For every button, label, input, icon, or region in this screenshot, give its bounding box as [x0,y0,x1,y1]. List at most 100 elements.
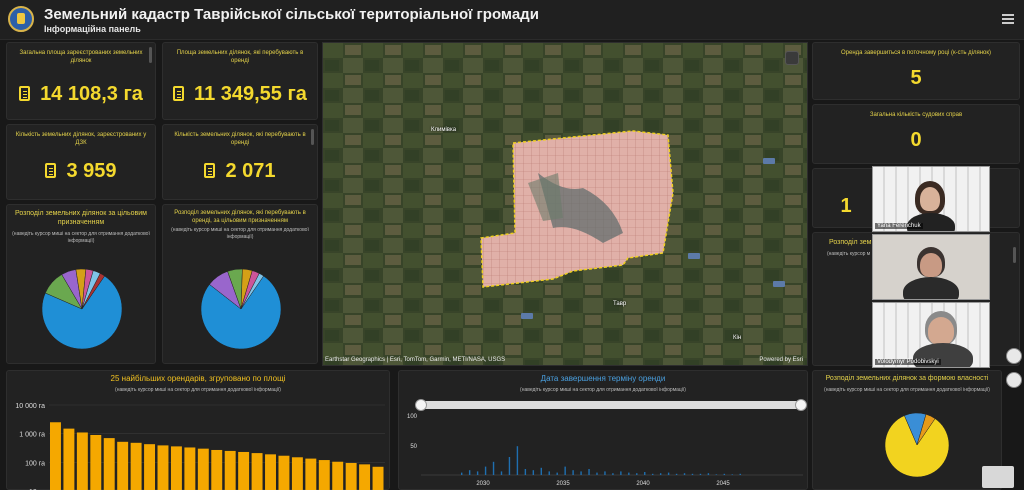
bar[interactable] [516,446,519,475]
bar[interactable] [580,471,582,475]
bar[interactable] [251,453,263,490]
bar[interactable] [508,457,511,475]
slider-handle-left[interactable] [415,399,427,411]
chart-hint: (наведіть курсор миші на сектор для отри… [171,227,309,240]
bar[interactable] [739,473,741,475]
bar[interactable] [484,466,487,475]
bar[interactable] [731,474,733,475]
road-badge [521,313,533,319]
bar[interactable] [305,458,317,490]
bar-card-top-tenants: 25 найбільших орендарів, згруповано по п… [6,370,390,490]
bar[interactable] [90,434,102,490]
bar[interactable] [63,428,75,490]
bar[interactable] [644,472,646,475]
bar[interactable] [130,442,142,490]
map-layers-button[interactable] [785,51,799,65]
bar[interactable] [318,460,330,490]
bar[interactable] [103,438,115,490]
bar[interactable] [683,473,686,475]
x-tick-label[interactable]: 2045 [716,481,730,487]
bar[interactable] [170,446,182,490]
bar[interactable] [476,471,479,475]
bar[interactable] [468,470,471,475]
bar[interactable] [588,469,590,475]
bar[interactable] [76,432,88,490]
video-tile[interactable]: Volodymyr Podobivskyi [872,302,990,368]
y-tick-label[interactable]: 1 000 га [19,432,45,439]
bar[interactable] [723,473,726,475]
bar[interactable] [604,471,606,475]
bar[interactable] [500,471,503,475]
grid-icon[interactable] [1006,348,1022,364]
pie-chart-purpose[interactable] [7,255,157,365]
y-tick-label[interactable]: 100 га [25,460,45,467]
bar[interactable] [117,441,129,490]
bar[interactable] [675,473,678,475]
scrollbar[interactable] [149,47,152,63]
bar[interactable] [652,473,654,475]
bar[interactable] [707,473,710,475]
scrollbar[interactable] [311,129,314,145]
bar[interactable] [461,472,463,475]
bar-chart-top-tenants[interactable]: 10 000 га1 000 га100 га10 га [7,397,391,490]
bar[interactable] [572,470,574,475]
participant-name: Volodymyr Podobivskyi [875,359,941,365]
reactions-icon[interactable] [1006,372,1022,388]
bar-chart-lease-end[interactable]: 100 50 2030 2035 2040 2045 [399,411,809,490]
x-tick-label[interactable]: 2030 [476,481,490,487]
bar[interactable] [197,448,209,490]
bar[interactable] [667,472,670,475]
bar[interactable] [372,466,384,490]
page-subtitle: Інформаційна панель [44,24,141,34]
bar[interactable] [556,472,558,475]
app-header: Земельний кадастр Таврійської сільської … [0,0,1024,40]
bar[interactable] [224,450,236,490]
y-tick-label[interactable]: 100 [407,414,418,420]
document-icon [45,163,57,178]
bar[interactable] [278,455,290,490]
bar[interactable] [50,422,61,490]
bar[interactable] [659,473,662,475]
bar[interactable] [540,467,542,475]
bar[interactable] [184,447,196,490]
video-tile[interactable] [872,234,990,300]
y-tick-label[interactable]: 10 000 га [15,403,45,410]
bar[interactable] [636,473,638,475]
bar[interactable] [524,469,527,475]
slider-handle-right[interactable] [795,399,807,411]
bar[interactable] [345,462,357,490]
bar[interactable] [265,454,276,490]
bar[interactable] [157,445,169,490]
menu-icon[interactable] [1002,14,1014,24]
pie-chart-leased-purpose[interactable] [163,255,319,365]
bar[interactable] [612,473,614,475]
video-tile[interactable]: Yana Ferenchuk [872,166,990,232]
bar[interactable] [238,451,250,490]
bar[interactable] [699,473,702,475]
bar[interactable] [691,473,694,475]
bar[interactable] [211,449,223,490]
x-tick-label[interactable]: 2035 [556,481,570,487]
bar[interactable] [628,472,630,475]
time-range-slider[interactable] [415,399,807,411]
kpi-card-registered-count: Кількість земельних ділянок, зареєстрова… [6,124,156,200]
bar[interactable] [291,457,303,490]
kpi-value: 14 108,3 га [7,83,155,106]
y-tick-label[interactable]: 50 [410,444,417,450]
x-tick-label[interactable]: 2040 [636,481,650,487]
bar[interactable] [596,472,598,475]
bar[interactable] [715,474,718,475]
bar[interactable] [144,444,156,490]
chart-hint: (наведіть курсор миші на сектор для отри… [12,231,150,244]
bar[interactable] [548,471,550,475]
bar[interactable] [332,461,344,490]
bar[interactable] [620,471,622,475]
bar[interactable] [359,464,371,490]
map-powered-by: Powered by Esri [759,357,803,363]
bar[interactable] [564,466,566,475]
bar[interactable] [532,470,535,475]
scrollbar[interactable] [1013,247,1016,263]
kpi-value: 11 349,55 га [163,83,317,106]
pie-chart-ownership[interactable] [813,397,1003,490]
bar[interactable] [492,461,495,475]
